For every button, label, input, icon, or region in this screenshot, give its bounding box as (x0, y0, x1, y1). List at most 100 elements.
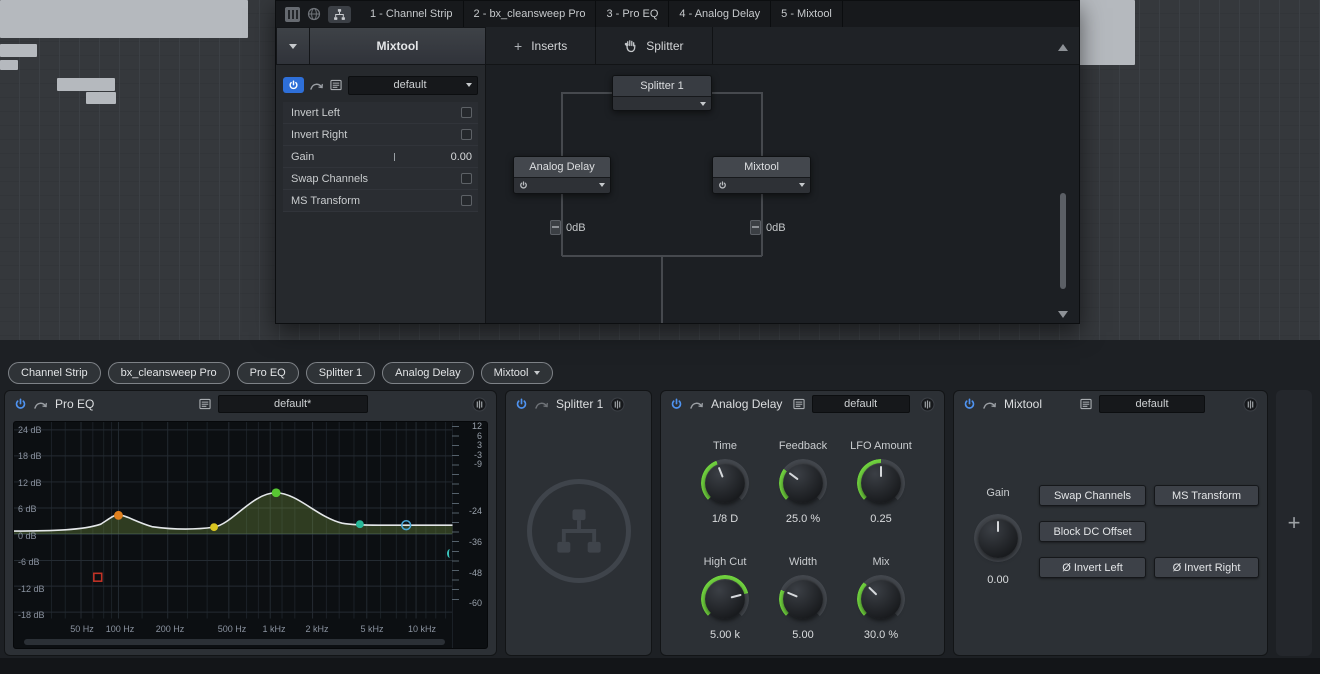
knob-value-mix[interactable]: 30.0 % (864, 629, 898, 641)
compare-curve-icon[interactable] (34, 399, 48, 410)
toggle-checkbox[interactable] (461, 107, 472, 118)
midi-note[interactable] (0, 44, 37, 57)
invert-right-button[interactable]: Ø Invert Right (1154, 557, 1259, 578)
eq-band-handle-teal[interactable] (356, 520, 364, 528)
knob-label-time: Time (688, 425, 762, 453)
power-button[interactable] (515, 398, 528, 411)
graph-scrollbar[interactable] (1056, 41, 1070, 321)
midi-note[interactable] (57, 78, 115, 91)
eq-band-handle-orange[interactable] (114, 511, 123, 520)
compare-curve-icon[interactable] (690, 399, 704, 410)
knob-value-feedback[interactable]: 25.0 % (786, 513, 820, 525)
tab-inserts[interactable]: + Inserts (486, 27, 596, 64)
rack-tab-channel-strip[interactable]: 1 - Channel Strip (360, 1, 464, 27)
scrollbar-thumb[interactable] (1060, 193, 1066, 289)
gain-knob[interactable] (974, 514, 1022, 562)
param-value[interactable]: 0.00 (451, 151, 472, 163)
knob-value-time[interactable]: 1/8 D (712, 513, 738, 525)
chip-mixtool[interactable]: Mixtool (481, 362, 554, 384)
param-row-invert-left[interactable]: Invert Left (283, 102, 478, 124)
rack-view-icon[interactable] (285, 7, 300, 22)
preset-selector[interactable]: default (1099, 395, 1205, 413)
splitter-graph[interactable]: Splitter 1 Analog Delay Mixtool (486, 65, 1079, 323)
power-button[interactable] (283, 77, 304, 93)
chip-channel-strip[interactable]: Channel Strip (8, 362, 101, 384)
eq-band-handle-red[interactable] (94, 573, 102, 581)
knob-value-lfo-amount[interactable]: 0.25 (870, 513, 891, 525)
toggle-checkbox[interactable] (461, 173, 472, 184)
eq-zoom-scrollbar[interactable] (24, 639, 445, 645)
rack-tab-analog-delay[interactable]: 4 - Analog Delay (669, 1, 771, 27)
globe-icon[interactable] (307, 7, 321, 21)
compare-curve-icon[interactable] (983, 399, 997, 410)
mix-knob[interactable] (857, 575, 905, 623)
lfo-amount-knob[interactable] (857, 459, 905, 507)
high-cut-knob[interactable] (701, 575, 749, 623)
add-plugin-button[interactable]: + (1276, 390, 1312, 656)
rack-tab-bx-cleansweep[interactable]: 2 - bx_cleansweep Pro (464, 1, 597, 27)
compare-curve-icon[interactable] (310, 80, 324, 91)
node-power-icon[interactable] (718, 181, 727, 190)
invert-left-button[interactable]: Ø Invert Left (1039, 557, 1146, 578)
param-row-gain[interactable]: Gain 0.00 (283, 146, 478, 168)
power-button[interactable] (963, 398, 976, 411)
splitter-tree-icon[interactable] (328, 6, 351, 23)
knob-value-high-cut[interactable]: 5.00 k (710, 629, 740, 641)
feedback-knob[interactable] (779, 459, 827, 507)
power-button[interactable] (14, 398, 27, 411)
power-button[interactable] (670, 398, 683, 411)
chip-pro-eq[interactable]: Pro EQ (237, 362, 299, 384)
compare-curve-icon[interactable] (535, 399, 549, 410)
chip-analog-delay[interactable]: Analog Delay (382, 362, 473, 384)
graph-node-mixtool[interactable]: Mixtool (712, 156, 811, 194)
graph-node-analog-delay[interactable]: Analog Delay (513, 156, 611, 194)
rack-tab-pro-eq[interactable]: 3 - Pro EQ (596, 1, 669, 27)
plugin-menu-dropdown[interactable] (277, 28, 310, 64)
channel-config-icon[interactable] (472, 397, 487, 412)
chip-splitter-1[interactable]: Splitter 1 (306, 362, 375, 384)
preset-list-icon[interactable] (199, 398, 211, 410)
graph-node-splitter[interactable]: Splitter 1 (612, 75, 712, 111)
db-label: -6 dB (18, 557, 40, 567)
node-dropdown-caret[interactable] (599, 183, 605, 187)
channel-config-icon[interactable] (1243, 397, 1258, 412)
preset-selector[interactable]: default* (218, 395, 368, 413)
eq-band-handle-green[interactable] (272, 488, 281, 497)
eq-band-handle-yellow[interactable] (210, 523, 218, 531)
knob-value-width[interactable]: 5.00 (792, 629, 813, 641)
preset-list-icon[interactable] (330, 79, 342, 91)
block-dc-offset-button[interactable]: Block DC Offset (1039, 521, 1146, 542)
chip-bx-cleansweep[interactable]: bx_cleansweep Pro (108, 362, 230, 384)
toggle-checkbox[interactable] (461, 129, 472, 140)
param-row-ms-transform[interactable]: MS Transform (283, 190, 478, 212)
swap-channels-button[interactable]: Swap Channels (1039, 485, 1146, 506)
preset-selector[interactable]: default (348, 76, 478, 95)
tab-splitter[interactable]: Splitter (596, 27, 712, 64)
node-dropdown-caret[interactable] (700, 102, 706, 106)
midi-note[interactable] (0, 60, 18, 70)
scroll-down-arrow[interactable] (1058, 311, 1068, 318)
midi-clip[interactable] (0, 0, 248, 38)
param-row-invert-right[interactable]: Invert Right (283, 124, 478, 146)
midi-note[interactable] (86, 92, 116, 104)
panel-title: Analog Delay (711, 397, 782, 411)
midi-clip[interactable] (1078, 0, 1135, 65)
gain-knob-value[interactable]: 0.00 (987, 574, 1008, 586)
channel-config-icon[interactable] (920, 397, 935, 412)
preset-list-icon[interactable] (793, 398, 805, 410)
branch-gain-left[interactable]: 0dB (550, 220, 586, 235)
rack-tab-mixtool[interactable]: 5 - Mixtool (771, 1, 843, 27)
branch-gain-right[interactable]: 0dB (750, 220, 786, 235)
preset-selector[interactable]: default (812, 395, 910, 413)
ms-transform-button[interactable]: MS Transform (1154, 485, 1259, 506)
channel-config-icon[interactable] (610, 397, 625, 412)
time-knob[interactable] (701, 459, 749, 507)
preset-list-icon[interactable] (1080, 398, 1092, 410)
node-power-icon[interactable] (519, 181, 528, 190)
node-dropdown-caret[interactable] (799, 183, 805, 187)
scroll-up-arrow[interactable] (1058, 44, 1068, 51)
width-knob[interactable] (779, 575, 827, 623)
param-row-swap-channels[interactable]: Swap Channels (283, 168, 478, 190)
toggle-checkbox[interactable] (461, 195, 472, 206)
eq-display[interactable]: 24 dB 18 dB 12 dB 6 dB 0 dB -6 dB -12 dB… (13, 421, 488, 649)
